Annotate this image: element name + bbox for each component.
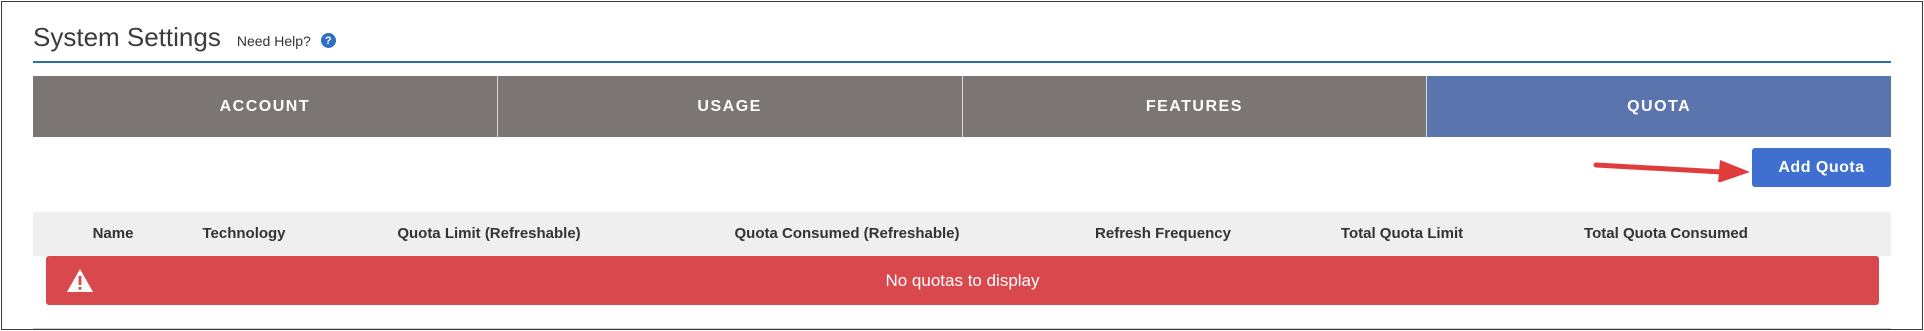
page-header: System Settings Need Help? ? bbox=[33, 18, 1891, 63]
column-header-name[interactable]: Name bbox=[93, 212, 134, 256]
column-header-quota-limit[interactable]: Quota Limit (Refreshable) bbox=[397, 212, 580, 256]
column-header-refresh-frequency[interactable]: Refresh Frequency bbox=[1095, 212, 1231, 256]
tab-account[interactable]: ACCOUNT bbox=[33, 76, 498, 137]
column-header-technology[interactable]: Technology bbox=[202, 212, 285, 256]
empty-state-alert: No quotas to display bbox=[46, 256, 1879, 305]
quota-table: Name Technology Quota Limit (Refreshable… bbox=[33, 212, 1891, 329]
table-header: Name Technology Quota Limit (Refreshable… bbox=[33, 212, 1891, 256]
warning-icon bbox=[67, 269, 93, 292]
help-icon[interactable]: ? bbox=[320, 33, 336, 48]
tab-usage[interactable]: USAGE bbox=[497, 76, 963, 137]
page-title: System Settings bbox=[33, 22, 221, 52]
add-quota-button[interactable]: Add Quota bbox=[1752, 148, 1891, 187]
empty-state-message: No quotas to display bbox=[885, 270, 1040, 290]
column-header-total-quota-consumed[interactable]: Total Quota Consumed bbox=[1584, 212, 1748, 256]
column-header-total-quota-limit[interactable]: Total Quota Limit bbox=[1341, 212, 1463, 256]
red-arrow-annotation bbox=[1593, 160, 1750, 182]
settings-tabs: ACCOUNT USAGE FEATURES QUOTA bbox=[33, 76, 1891, 137]
tab-features[interactable]: FEATURES bbox=[962, 76, 1428, 137]
tab-quota[interactable]: QUOTA bbox=[1427, 76, 1891, 137]
column-header-quota-consumed[interactable]: Quota Consumed (Refreshable) bbox=[734, 212, 959, 256]
need-help-link[interactable]: Need Help? bbox=[237, 33, 311, 49]
